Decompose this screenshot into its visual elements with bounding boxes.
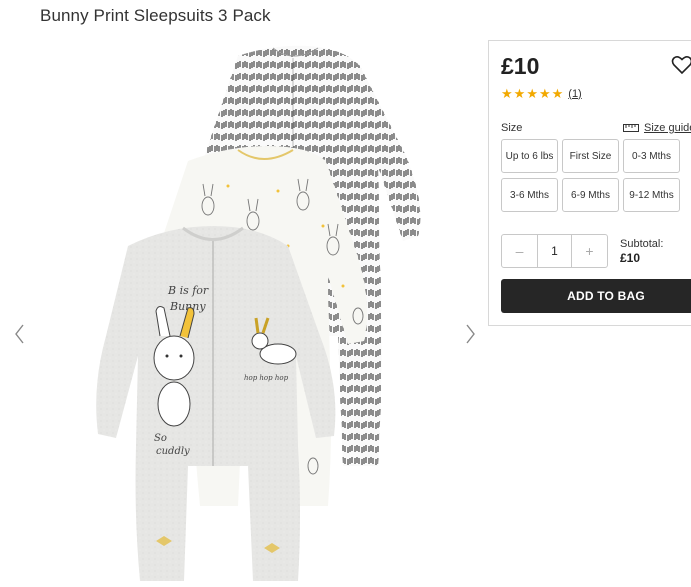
rating-stars: ★ ★ ★ ★ ★ [501, 87, 564, 100]
product-image[interactable]: B is for Bunny So cuddly hop hop hop [88, 36, 438, 587]
subtotal: Subtotal: £10 [620, 237, 663, 265]
image-text-so: So [154, 433, 167, 444]
wishlist-button[interactable] [671, 55, 691, 77]
size-option-up-to-6-lbs[interactable]: Up to 6 lbs [501, 139, 558, 173]
size-option-0-3-mths[interactable]: 0-3 Mths [623, 139, 680, 173]
subtotal-value: £10 [620, 251, 641, 265]
quantity-stepper: – 1 + [501, 234, 608, 268]
heart-outline-icon [671, 56, 691, 75]
ruler-icon [623, 124, 639, 132]
product-title: Bunny Print Sleepsuits 3 Pack [40, 6, 271, 25]
size-option-first-size[interactable]: First Size [562, 139, 619, 173]
chevron-right-icon [466, 324, 475, 344]
image-text-b-is-for: B is for [167, 284, 209, 297]
image-text-hop: hop hop hop [244, 374, 289, 382]
product-purchase-panel: £10 ★ ★ ★ ★ ★ (1) Size Size guide Up to … [488, 40, 691, 326]
image-text-cuddly: cuddly [156, 446, 190, 457]
star-icon: ★ [513, 86, 526, 101]
product-price: £10 [501, 53, 540, 79]
chevron-left-icon [15, 324, 24, 344]
quantity-increase-button[interactable]: + [572, 235, 607, 267]
subtotal-label: Subtotal: [620, 238, 664, 250]
star-icon: ★ [526, 86, 538, 101]
product-gallery: B is for Bunny So cuddly hop hop hop [0, 36, 488, 587]
review-count-link[interactable]: (1) [568, 88, 581, 100]
size-label: Size [501, 122, 523, 134]
size-guide-label: Size guide [644, 122, 691, 134]
star-icon: ★ [551, 86, 564, 101]
gallery-prev-button[interactable] [10, 322, 30, 346]
gallery-next-button[interactable] [460, 322, 480, 346]
add-to-bag-button[interactable]: ADD TO BAG [501, 279, 691, 313]
product-rating: ★ ★ ★ ★ ★ (1) [501, 87, 582, 100]
size-option-6-9-mths[interactable]: 6-9 Mths [562, 178, 619, 212]
size-option-3-6-mths[interactable]: 3-6 Mths [501, 178, 558, 212]
quantity-decrease-button[interactable]: – [502, 235, 537, 267]
size-guide-link[interactable]: Size guide [623, 122, 691, 134]
size-option-9-12-mths[interactable]: 9-12 Mths [623, 178, 680, 212]
star-icon: ★ [538, 86, 551, 101]
star-icon: ★ [501, 86, 513, 101]
quantity-input[interactable]: 1 [537, 235, 572, 267]
